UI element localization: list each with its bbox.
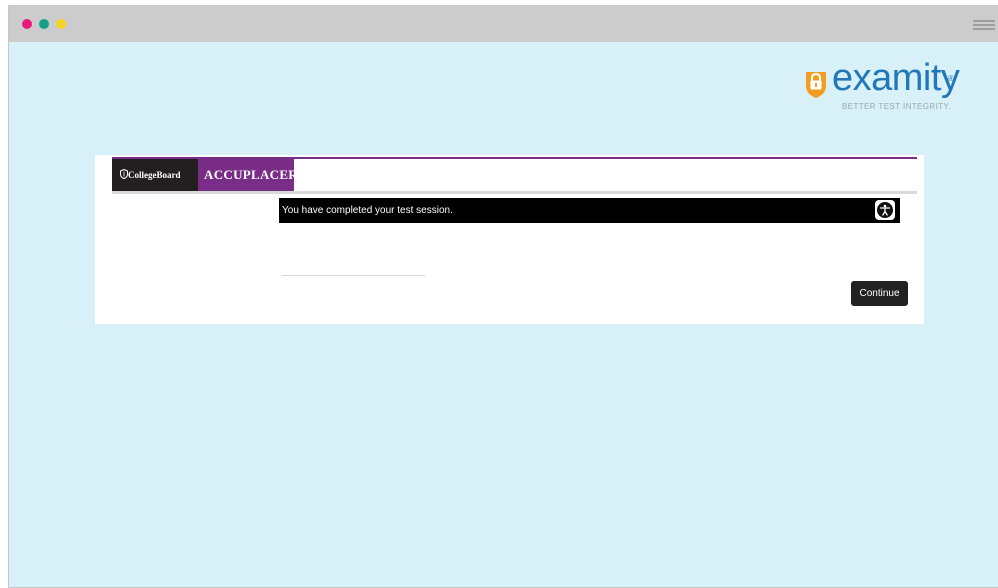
minimize-window-button[interactable] <box>39 19 49 29</box>
collegeboard-label: CollegeBoard <box>128 170 181 180</box>
brand-name: examity <box>832 57 960 99</box>
window-titlebar <box>9 5 998 42</box>
hamburger-icon[interactable] <box>973 20 995 30</box>
accuplacer-logo: ACCUPLACER· <box>198 159 300 191</box>
padlock-icon <box>806 72 826 98</box>
continue-button[interactable]: Continue <box>851 281 908 306</box>
browser-window: examity ® BETTER TEST INTEGRITY. College… <box>8 5 998 588</box>
accessibility-icon <box>877 202 893 218</box>
accessibility-button[interactable] <box>875 200 895 220</box>
acorn-icon <box>120 168 128 180</box>
header-divider <box>112 191 917 194</box>
status-message-bar: You have completed your test session. <box>279 198 900 223</box>
brand-tagline: BETTER TEST INTEGRITY. <box>842 102 951 111</box>
test-panel: CollegeBoard ACCUPLACER· You have comple… <box>95 155 924 324</box>
collegeboard-logo: CollegeBoard <box>112 159 198 191</box>
registered-mark: ® <box>948 74 954 83</box>
accuplacer-mark: · <box>298 167 301 176</box>
divider-line <box>282 275 425 276</box>
examity-logo: examity ® BETTER TEST INTEGRITY. <box>804 57 964 126</box>
accuplacer-label: ACCUPLACER <box>204 167 298 182</box>
status-message-text: You have completed your test session. <box>282 205 453 216</box>
close-window-button[interactable] <box>22 19 32 29</box>
maximize-window-button[interactable] <box>56 19 66 29</box>
